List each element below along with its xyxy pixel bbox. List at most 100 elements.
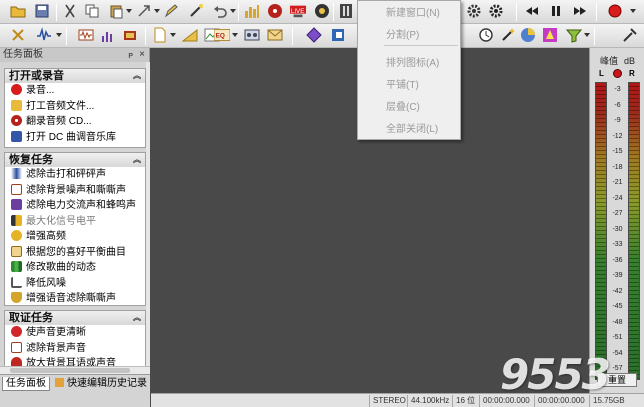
collapse-icon[interactable]: ︽ [133,311,141,325]
task-equalize[interactable]: 根据您的喜好平衡曲目 [5,245,145,261]
open-file-icon[interactable] [10,3,26,19]
menu-item-tile[interactable]: 平铺(T) [386,76,419,91]
meter-title: 峰值 dB [599,56,636,66]
panel-tabs: 任务面板 快速编辑历史记录 [0,374,150,407]
scale-mark: -9 [614,117,621,124]
task-record[interactable]: 录音... [5,83,145,99]
live-icon[interactable]: LIVE [290,3,308,19]
task-remove-hum[interactable]: 滤除电力交流声和蜂鸣声 [5,198,145,214]
diamond-icon[interactable] [306,27,322,43]
click-pop-icon[interactable] [36,27,52,43]
scale-mark: -36 [612,256,623,264]
pie-icon[interactable] [520,27,536,43]
colorful-icon[interactable] [542,27,558,43]
bars-icon[interactable] [100,27,116,43]
task-filter-background[interactable]: 滤除背景声音 [5,341,145,357]
tools-icon[interactable] [622,27,638,43]
task-enhance-voice[interactable]: 增强语音滤除嘶嘶声 [5,291,145,307]
magic-wand-icon[interactable] [188,3,204,19]
open-folder-icon [11,99,22,111]
pin-icon[interactable]: ᴘ [128,48,133,62]
tools-icon[interactable] [10,27,26,43]
task-remove-clicks[interactable]: 滤除击打和砰砰声 [5,167,145,183]
level-icon[interactable] [122,27,138,43]
fade-icon[interactable] [182,27,198,43]
task-rip-cd[interactable]: 翻录音频 CD... [5,114,145,130]
chevron-down-icon[interactable] [126,9,132,13]
collapse-icon[interactable]: ︽ [133,153,141,167]
equalize-icon [11,245,22,257]
tab-quick-edit-history[interactable]: 快速编辑历史记录 [52,377,150,391]
cut-icon[interactable] [62,3,78,19]
task-clarify-voice[interactable]: 使声音更清晰 [5,325,145,341]
trim-icon[interactable] [136,3,152,19]
chevron-down-icon[interactable] [230,9,236,13]
maximize-level-icon [11,214,22,226]
pencil-icon[interactable] [163,3,179,19]
envelope-icon[interactable] [267,27,283,43]
collapse-icon[interactable]: ︽ [133,69,141,83]
chevron-down-icon[interactable] [56,33,62,37]
chevron-down-icon[interactable] [584,33,590,37]
hum-icon [11,199,22,210]
pause-icon[interactable] [548,3,564,19]
section-forensics: 取证任务 ︽ 使声音更清晰 滤除背景声音 放大背景耳语或声音 [4,310,146,370]
paste-icon[interactable] [108,3,124,19]
chevron-down-icon[interactable] [154,9,160,13]
record-cd-icon[interactable] [267,3,283,19]
record-icon[interactable] [607,3,623,19]
undo-icon[interactable] [212,3,228,19]
svg-text:LIVE: LIVE [291,8,304,15]
menu-item-arrange-icons[interactable]: 排列图标(A) [386,54,439,69]
menu-item-new-window[interactable]: 新建窗口(N) [386,4,440,19]
save-icon[interactable] [34,3,50,19]
close-icon[interactable]: × [139,48,145,62]
task-enhance-high-freq[interactable]: 增强高频 [5,229,145,245]
fast-forward-icon[interactable] [572,3,588,19]
voice-icon [11,292,22,303]
panel-scrollbar[interactable] [146,62,150,374]
clock-icon[interactable] [478,27,494,43]
wand-icon[interactable] [500,27,516,43]
watermark: 9553 [500,350,611,399]
gear-icon[interactable] [466,3,482,19]
funnel-icon[interactable] [566,27,582,43]
chevron-down-icon[interactable] [630,9,636,13]
section-title[interactable]: 打开或录音 ︽ [5,69,145,83]
scale-mark: -6 [614,101,621,109]
settings-disc-icon[interactable] [314,3,330,19]
chevron-down-icon[interactable] [232,33,238,37]
task-remove-noise[interactable]: 滤除背景噪声和嘶嘶声 [5,183,145,199]
copy-icon[interactable] [84,3,100,19]
task-panel: 任务面板 ᴘ × 打开或录音 ︽ 录音... 打工音频文件... 翻录音频 CD… [0,48,150,407]
equalizer-icon[interactable]: EQ [214,27,234,43]
tab-task-panel[interactable]: 任务面板 [2,377,50,391]
waveform-icon[interactable] [78,27,94,43]
right-level-bar [628,82,640,380]
scrollbar-thumb[interactable] [10,368,130,373]
task-wind-noise[interactable]: 降低风噪 [5,276,145,292]
mixer-icon[interactable] [338,3,354,19]
chevron-down-icon[interactable] [170,33,176,37]
svg-text:EQ: EQ [216,32,225,39]
filter-icon[interactable] [330,27,346,43]
main-toolbar: LIVE [0,0,644,24]
document-icon[interactable] [152,27,168,43]
menu-item-split[interactable]: 分割(P) [386,26,419,41]
scale-mark: -3 [614,86,621,93]
menu-item-cascade[interactable]: 层叠(C) [386,98,420,113]
rewind-icon[interactable] [524,3,540,19]
section-title[interactable]: 恢复任务 ︽ [5,153,145,167]
scale-mark: -27 [612,210,623,217]
task-dynamics[interactable]: 修改歌曲的动态 [5,260,145,276]
tape-icon[interactable] [244,27,260,43]
horizontal-scrollbar[interactable] [0,366,150,374]
task-open-audio-file[interactable]: 打工音频文件... [5,99,145,115]
section-title[interactable]: 取证任务 ︽ [5,311,145,325]
spectrum-icon[interactable] [244,3,260,19]
scale-mark: -33 [612,241,623,248]
scale-mark: -51 [612,334,623,341]
task-open-music-library[interactable]: 打开 DC 曲调音乐库 [5,130,145,146]
menu-item-close-all[interactable]: 全部关闭(L) [386,120,438,135]
gear-icon[interactable] [488,3,504,19]
